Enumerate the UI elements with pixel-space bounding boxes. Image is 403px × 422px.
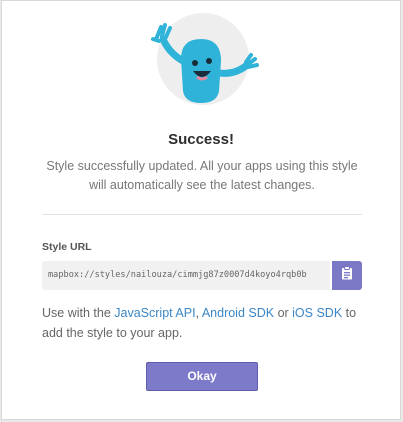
- help-prefix: Use with the: [42, 306, 115, 320]
- copy-url-button[interactable]: [332, 261, 362, 290]
- usage-help-text: Use with the JavaScript API, Android SDK…: [42, 303, 362, 343]
- dialog-message: Style successfully updated. All your app…: [46, 159, 358, 192]
- style-url-field[interactable]: mapbox://styles/nailouza/cimmjg87z0007d4…: [42, 261, 330, 290]
- waving-mascot-icon: [147, 9, 262, 109]
- divider: [42, 214, 362, 215]
- dialog-title: Success!: [168, 131, 234, 148]
- clipboard-icon: [341, 266, 353, 285]
- style-url-label: Style URL: [42, 241, 92, 253]
- android-sdk-link[interactable]: Android SDK: [202, 306, 274, 320]
- help-separator: or: [274, 306, 293, 320]
- okay-button[interactable]: Okay: [146, 362, 258, 391]
- ios-sdk-link[interactable]: iOS SDK: [292, 306, 342, 320]
- success-dialog: Success! Style successfully updated. All…: [1, 0, 401, 420]
- javascript-api-link[interactable]: JavaScript API: [114, 306, 195, 320]
